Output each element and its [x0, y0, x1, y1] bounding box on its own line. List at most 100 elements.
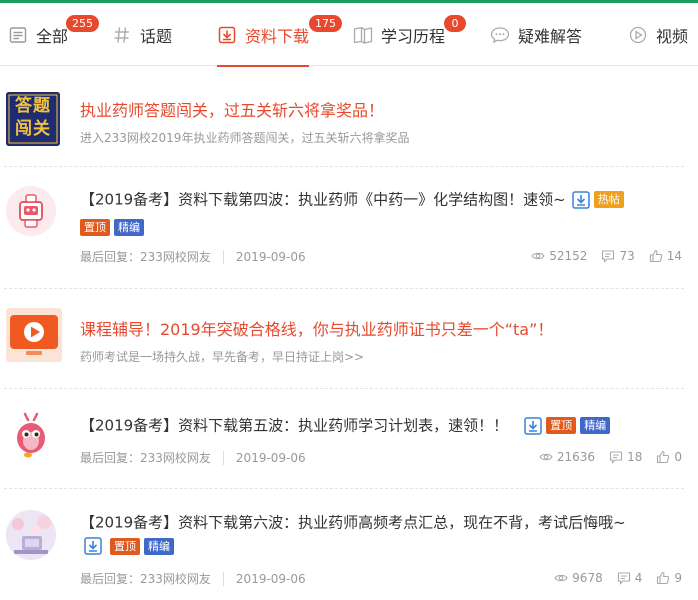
- post-title-text: 【2019备考】资料下载第五波：执业药师学习计划表，速领！！: [80, 416, 509, 435]
- list-icon: [8, 25, 28, 45]
- post-date: 2019-09-06: [235, 571, 306, 586]
- quiz-thumbnail: 答题闯关: [6, 92, 60, 146]
- tab-all-label: 全部: [36, 26, 69, 46]
- post-meta: 最后回复： 233网校网友 2019-09-06: [80, 248, 306, 265]
- download-icon[interactable]: [84, 537, 102, 555]
- last-reply-label: 最后回复：: [80, 250, 141, 264]
- book-icon: [353, 25, 373, 45]
- post-stats: 21636 18 0: [539, 450, 682, 464]
- category-tabs: 全部 255 话题 资料下载 175 学习历程 0 疑难解答 视频: [0, 3, 698, 67]
- tab-download-label: 资料下载: [245, 26, 310, 46]
- promo-quiz[interactable]: 答题闯关 执业药师答题闯关，过五关斩六将拿奖品！ 进入233网校2019年执业药…: [0, 66, 698, 166]
- promo-course[interactable]: 课程辅导！2019年突破合格线，你与执业药师证书只差一个“ta”！ 药师考试是一…: [0, 288, 698, 388]
- tab-video-label: 视频: [656, 26, 689, 46]
- promo-desc: 药师考试是一场持久战，早先备考，早日持证上岗>>: [80, 350, 365, 364]
- comment-count[interactable]: 18: [609, 450, 642, 464]
- view-count-value: 52152: [549, 249, 588, 263]
- tab-qa-label: 疑难解答: [518, 26, 583, 46]
- thumbs-up-icon: [657, 571, 670, 585]
- tag-essence: 精编: [144, 537, 174, 555]
- tag-pinned: 置顶: [80, 219, 110, 236]
- post-stats: 52152 73 14: [531, 249, 682, 263]
- comment-icon: [610, 451, 623, 464]
- tab-all[interactable]: 全部: [8, 3, 68, 66]
- like-count[interactable]: 14: [649, 249, 682, 263]
- meta-divider: [222, 249, 224, 264]
- like-count[interactable]: 0: [656, 450, 682, 464]
- tab-all-badge: 255: [66, 15, 99, 32]
- tab-study-history-label: 学习历程: [381, 26, 446, 46]
- eye-icon: [531, 252, 545, 260]
- hash-icon: [112, 25, 132, 45]
- tag-essence: 精编: [114, 219, 144, 236]
- post-title-text: 【2019备考】资料下载第四波：执业药师《中药一》化学结构图！速领~: [80, 190, 566, 209]
- tab-qa[interactable]: 疑难解答: [490, 3, 582, 66]
- like-count[interactable]: 9: [656, 571, 682, 585]
- post-item[interactable]: 【2019备考】资料下载第五波：执业药师学习计划表，速领！！ 置顶 精编 最后回复：…: [0, 388, 698, 488]
- comment-count[interactable]: 4: [617, 571, 643, 585]
- avatar: [6, 410, 56, 460]
- quiz-thumbnail-text: 答题闯关: [15, 96, 51, 139]
- comment-count-value: 73: [619, 249, 635, 263]
- view-count: 9678: [554, 571, 603, 585]
- like-count-value: 14: [666, 249, 682, 263]
- post-stats: 9678 4 9: [554, 571, 682, 585]
- tag-essence: 精编: [580, 417, 611, 434]
- post-title[interactable]: 【2019备考】资料下载第五波：执业药师学习计划表，速领！！ 置顶 精编: [80, 412, 690, 439]
- avatar: [6, 510, 56, 560]
- like-count-value: 9: [674, 571, 682, 585]
- tab-topic[interactable]: 话题: [112, 3, 172, 66]
- play-icon: [628, 25, 648, 45]
- meta-divider: [222, 571, 224, 586]
- comment-icon: [617, 572, 630, 585]
- course-thumbnail: [6, 308, 62, 362]
- comment-icon: [602, 250, 615, 263]
- post-title[interactable]: 【2019备考】资料下载第六波：执业药师高频考点汇总，现在不背，考试后悔哦~: [80, 509, 690, 536]
- comment-count-value: 18: [627, 450, 643, 464]
- tab-study-history-badge: 0: [444, 15, 466, 32]
- like-count-value: 0: [674, 450, 682, 464]
- view-count-value: 9678: [572, 571, 603, 585]
- tab-study-history[interactable]: 学习历程: [353, 3, 445, 66]
- tab-download[interactable]: 资料下载: [217, 3, 310, 67]
- tab-topic-label: 话题: [140, 26, 173, 46]
- post-title-text: 【2019备考】资料下载第六波：执业药师高频考点汇总，现在不背，考试后悔哦~: [80, 513, 626, 532]
- post-title[interactable]: 【2019备考】资料下载第四波：执业药师《中药一》化学结构图！速领~ 热帖: [80, 186, 690, 213]
- post-date: 2019-09-06: [235, 249, 306, 264]
- thumbs-up-icon: [649, 249, 662, 263]
- last-reply-label: 最后回复：: [80, 451, 141, 465]
- chat-icon: [490, 25, 510, 45]
- last-reply-label: 最后回复：: [80, 572, 141, 586]
- comment-count[interactable]: 73: [601, 249, 635, 263]
- meta-divider: [222, 450, 224, 465]
- tag-hot: 热帖: [593, 191, 624, 208]
- promo-title[interactable]: 执业药师答题闯关，过五关斩六将拿奖品！: [80, 97, 384, 121]
- view-count: 21636: [539, 450, 595, 464]
- eye-icon: [539, 453, 553, 461]
- last-reply-user[interactable]: 233网校网友: [140, 449, 211, 466]
- download-icon: [217, 25, 237, 45]
- promo-title[interactable]: 课程辅导！2019年突破合格线，你与执业药师证书只差一个“ta”！: [80, 316, 553, 340]
- post-date: 2019-09-06: [235, 450, 306, 465]
- promo-desc: 进入233网校2019年执业药师答题闯关，过五关斩六将拿奖品: [80, 131, 410, 145]
- post-meta: 最后回复： 233网校网友 2019-09-06: [80, 449, 306, 466]
- thumbs-up-icon: [657, 450, 670, 464]
- last-reply-user[interactable]: 233网校网友: [140, 570, 211, 587]
- tab-video[interactable]: 视频: [628, 3, 688, 66]
- post-tags: 置顶 精编: [80, 537, 178, 555]
- post-meta: 最后回复： 233网校网友 2019-09-06: [80, 570, 306, 587]
- view-count-value: 21636: [556, 450, 596, 464]
- eye-icon: [554, 574, 568, 582]
- post-item[interactable]: 【2019备考】资料下载第六波：执业药师高频考点汇总，现在不背，考试后悔哦~ 置…: [0, 488, 698, 600]
- tag-pinned: 置顶: [110, 537, 140, 555]
- post-tags: 置顶 精编: [80, 217, 148, 236]
- avatar: [6, 186, 56, 236]
- download-icon[interactable]: [524, 416, 542, 435]
- comment-count-value: 4: [634, 571, 643, 585]
- view-count: 52152: [531, 249, 587, 263]
- download-icon[interactable]: [572, 190, 590, 209]
- tab-download-badge: 175: [309, 15, 342, 32]
- last-reply-user[interactable]: 233网校网友: [140, 248, 211, 265]
- tag-pinned: 置顶: [546, 417, 577, 434]
- post-item[interactable]: 【2019备考】资料下载第四波：执业药师《中药一》化学结构图！速领~ 热帖 置顶精…: [0, 166, 698, 288]
